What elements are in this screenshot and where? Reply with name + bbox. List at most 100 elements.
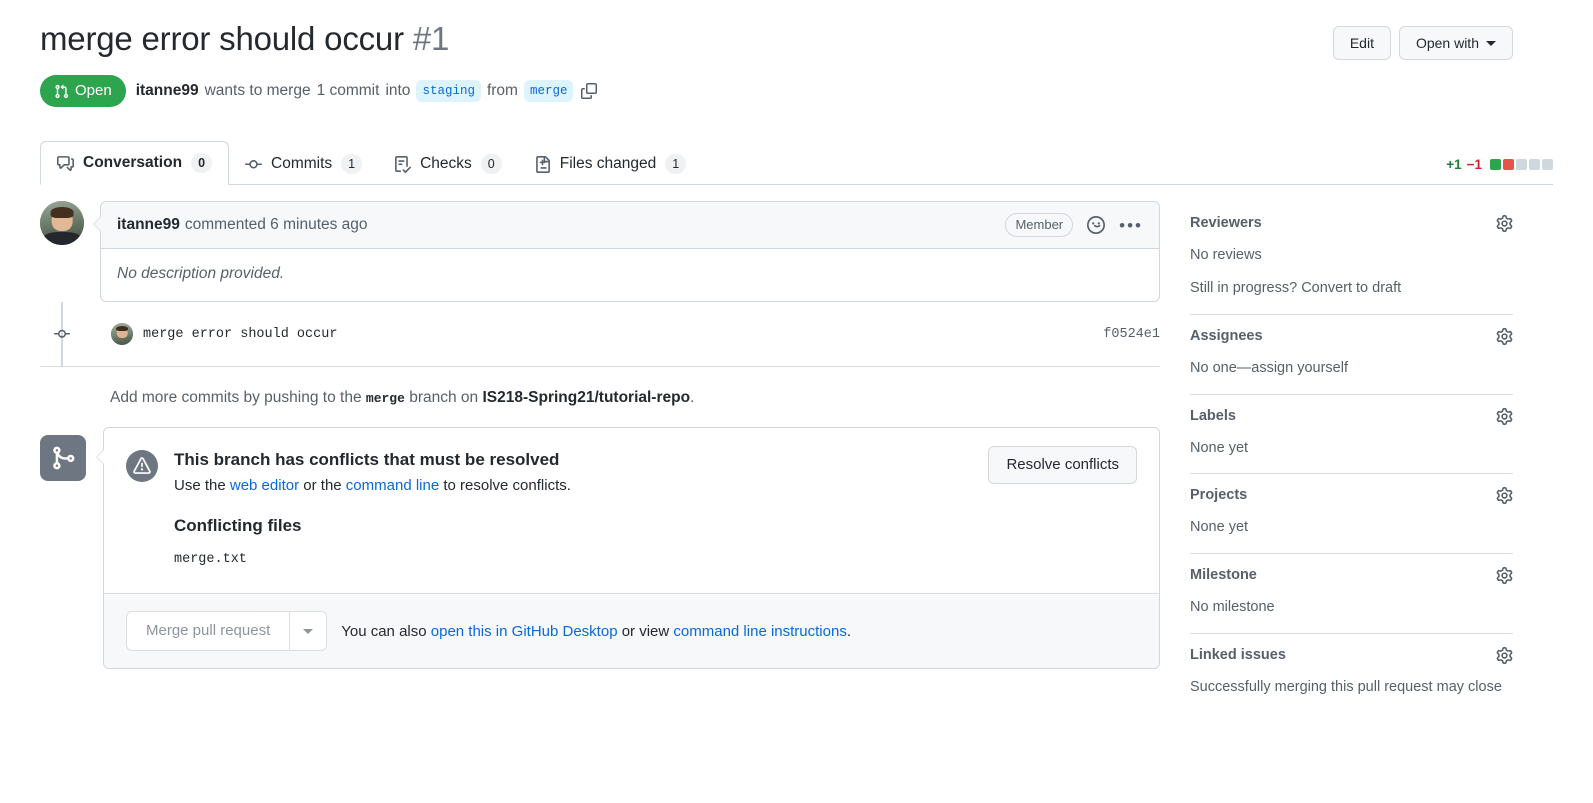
from-text: from <box>486 82 518 100</box>
pr-title-text: merge error should occur <box>40 20 404 57</box>
tab-files-changed[interactable]: Files changed 1 <box>518 143 702 185</box>
header-actions: Edit Open with <box>1332 26 1513 60</box>
merge-section: This branch has conflicts that must be r… <box>40 427 1160 670</box>
open-with-button[interactable]: Open with <box>1398 26 1513 60</box>
tab-commits-label: Commits <box>271 155 333 173</box>
add-commits-repo[interactable]: IS218-Spring21/tutorial-repo <box>482 389 690 406</box>
gear-icon[interactable] <box>1496 646 1513 664</box>
emoji-reaction-icon[interactable] <box>1087 216 1106 235</box>
gear-icon[interactable] <box>1496 327 1513 345</box>
github-desktop-link[interactable]: open this in GitHub Desktop <box>431 623 618 640</box>
merge-text-1: wants to merge <box>204 82 311 100</box>
commit-sha[interactable]: f0524e1 <box>1103 327 1160 342</box>
tab-checks-count: 0 <box>480 154 502 175</box>
diff-block <box>1490 159 1501 171</box>
comment-body: No description provided. <box>117 265 285 283</box>
checklist-icon <box>394 155 412 173</box>
pull-request-icon <box>55 84 69 98</box>
diff-block <box>1542 159 1553 171</box>
pr-subhead: itanne99 wants to merge 1 commit into st… <box>136 80 598 103</box>
tab-commits[interactable]: Commits 1 <box>229 143 378 185</box>
pr-header: merge error should occur #1 Edit Open wi… <box>40 0 1553 108</box>
command-line-instructions-link[interactable]: command line instructions <box>673 623 846 640</box>
add-more-commits-note: Add more commits by pushing to the merge… <box>110 367 1160 427</box>
commit-avatar[interactable] <box>111 323 133 346</box>
pr-state-row: Open itanne99 wants to merge 1 commit in… <box>40 75 1553 108</box>
diff-deletions: −1 <box>1466 157 1482 173</box>
convert-to-draft-text[interactable]: Still in progress? Convert to draft <box>1190 278 1513 300</box>
file-diff-icon <box>534 155 551 173</box>
merge-box: This branch has conflicts that must be r… <box>96 427 1160 670</box>
merge-button-group: Merge pull request <box>126 611 328 652</box>
page-title: merge error should occur #1 <box>40 18 449 59</box>
comment-header: itanne99 commented 6 minutes ago Member … <box>101 202 1159 250</box>
sidebar-section-reviewers: Reviewers No reviews Still in progress? … <box>1190 213 1513 315</box>
conflicting-file-item: merge.txt <box>174 552 247 568</box>
comment-action: commented 6 minutes ago <box>184 216 368 234</box>
merge-footer-note: You can also open this in GitHub Desktop… <box>341 623 851 640</box>
conflict-subtitle: Use the web editor or the command line t… <box>174 477 571 494</box>
gear-icon[interactable] <box>1496 215 1513 233</box>
base-branch-chip[interactable]: staging <box>416 80 481 103</box>
timeline-divider <box>40 366 1160 368</box>
gear-icon[interactable] <box>1496 567 1513 584</box>
merge-pull-request-button[interactable]: Merge pull request <box>126 611 290 652</box>
sidebar-title-reviewers: Reviewers <box>1190 215 1262 232</box>
comment-author[interactable]: itanne99 <box>117 216 180 234</box>
conflicting-files-section: Conflicting files merge.txt <box>104 494 1159 567</box>
conflicting-files-title: Conflicting files <box>174 516 302 536</box>
head-branch-chip[interactable]: merge <box>523 80 574 103</box>
status-badge: Open <box>40 75 126 108</box>
tab-conversation[interactable]: Conversation 0 <box>40 141 230 186</box>
commit-node-icon <box>51 326 73 342</box>
labels-status: None yet <box>1190 439 1249 456</box>
linked-issues-status: Successfully merging this pull request m… <box>1190 678 1502 695</box>
gear-icon[interactable] <box>1496 487 1513 505</box>
resolve-conflicts-button[interactable]: Resolve conflicts <box>988 446 1137 485</box>
tab-files-changed-label: Files changed <box>559 155 657 173</box>
more-options-icon[interactable]: ••• <box>1119 217 1143 234</box>
diff-block <box>1529 159 1540 171</box>
diff-blocks <box>1490 159 1553 171</box>
footer-middle: or view <box>621 622 670 640</box>
conflict-sub-prefix: Use the <box>174 477 226 495</box>
sidebar-section-labels: Labels None yet <box>1190 395 1513 475</box>
edit-button[interactable]: Edit <box>1332 26 1391 60</box>
gear-icon[interactable] <box>1496 407 1513 425</box>
tab-checks[interactable]: Checks 0 <box>378 143 518 185</box>
pr-sidebar: Reviewers No reviews Still in progress? … <box>1160 201 1513 712</box>
projects-status: None yet <box>1190 519 1249 536</box>
merge-text-2: into <box>385 82 411 100</box>
pr-title-row: merge error should occur #1 <box>40 18 1553 59</box>
git-merge-icon <box>40 435 86 482</box>
merge-options-button[interactable] <box>289 611 328 652</box>
comment-thread: itanne99 commented 6 minutes ago Member … <box>40 201 1160 303</box>
sidebar-title-milestone: Milestone <box>1190 567 1257 583</box>
diff-block <box>1503 159 1514 171</box>
avatar[interactable] <box>40 201 84 246</box>
conflict-text-block: This branch has conflicts that must be r… <box>174 448 571 494</box>
sidebar-section-milestone: Milestone No milestone <box>1190 554 1513 634</box>
comment-icon <box>57 155 74 172</box>
footer-prefix: You can also <box>341 622 427 640</box>
sidebar-title-projects: Projects <box>1190 487 1248 504</box>
sidebar-title-assignees: Assignees <box>1190 327 1263 344</box>
tab-conversation-count: 0 <box>191 153 213 174</box>
status-badge-label: Open <box>75 82 112 100</box>
commit-row: merge error should occur f0524e1 <box>54 302 1160 366</box>
pr-author[interactable]: itanne99 <box>136 82 199 100</box>
command-line-link[interactable]: command line <box>346 477 439 494</box>
commit-count-text: 1 commit <box>316 82 380 100</box>
diff-stat[interactable]: +1 −1 <box>1446 157 1553 172</box>
comment-header-actions: Member ••• <box>1005 213 1143 238</box>
assignees-status[interactable]: No one—assign yourself <box>1190 358 1513 380</box>
conversation-column: itanne99 commented 6 minutes ago Member … <box>40 201 1160 712</box>
web-editor-link[interactable]: web editor <box>230 477 299 494</box>
pull-request-page: merge error should occur #1 Edit Open wi… <box>0 0 1593 803</box>
commit-message[interactable]: merge error should occur <box>143 327 337 342</box>
conflict-sub-middle: or the <box>303 477 342 495</box>
sidebar-title-linked-issues: Linked issues <box>1190 646 1286 663</box>
footer-suffix: . <box>846 622 851 640</box>
copy-icon[interactable] <box>581 83 598 100</box>
diff-block <box>1516 159 1527 171</box>
